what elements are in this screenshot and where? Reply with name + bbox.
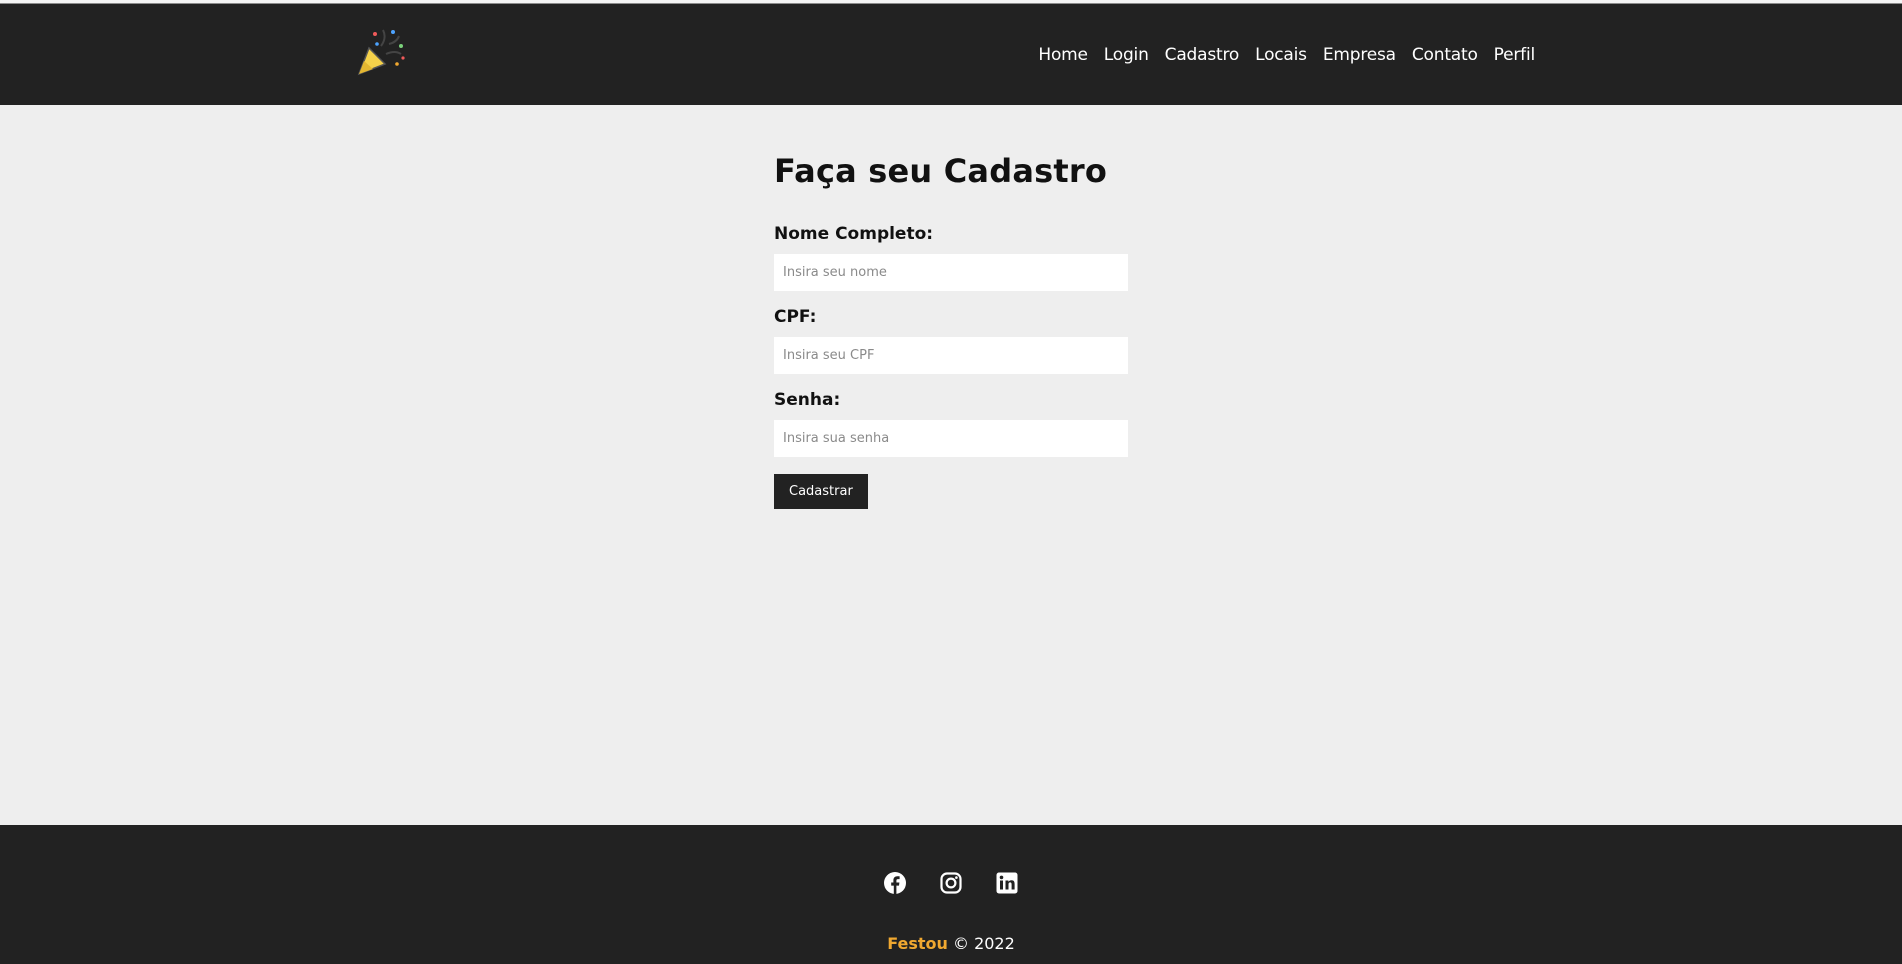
password-field-group: Senha: (774, 390, 1134, 457)
cpf-label: CPF: (774, 307, 817, 327)
name-label: Nome Completo: (774, 224, 934, 244)
page-title: Faça seu Cadastro (774, 152, 1108, 190)
nav-perfil[interactable]: Perfil (1494, 45, 1536, 65)
name-field-group: Nome Completo: (774, 224, 1134, 291)
party-popper-icon[interactable] (353, 24, 411, 82)
linkedin-icon[interactable] (995, 871, 1019, 895)
main-nav: Home Login Cadastro Locais Empresa Conta… (1038, 45, 1535, 65)
site-footer: Festou © 2022 (0, 825, 1902, 964)
name-input[interactable] (774, 254, 1128, 291)
footer-brand: Festou (887, 934, 948, 953)
cpf-input[interactable] (774, 337, 1128, 374)
nav-empresa[interactable]: Empresa (1323, 45, 1396, 65)
site-header: Home Login Cadastro Locais Empresa Conta… (0, 3, 1902, 105)
facebook-icon[interactable] (883, 871, 907, 895)
password-label: Senha: (774, 390, 841, 410)
copyright-text: © 2022 (952, 934, 1015, 953)
cpf-field-group: CPF: (774, 307, 1134, 374)
instagram-icon[interactable] (939, 871, 963, 895)
nav-contato[interactable]: Contato (1412, 45, 1478, 65)
signup-form: Faça seu Cadastro Nome Completo: CPF: Se… (774, 152, 1134, 509)
nav-home[interactable]: Home (1038, 45, 1088, 65)
nav-locais[interactable]: Locais (1255, 45, 1307, 65)
social-links (0, 871, 1902, 895)
password-input[interactable] (774, 420, 1128, 457)
nav-login[interactable]: Login (1104, 45, 1149, 65)
cadastrar-button[interactable]: Cadastrar (774, 474, 868, 509)
nav-cadastro[interactable]: Cadastro (1165, 45, 1240, 65)
copyright: Festou © 2022 (0, 934, 1902, 953)
